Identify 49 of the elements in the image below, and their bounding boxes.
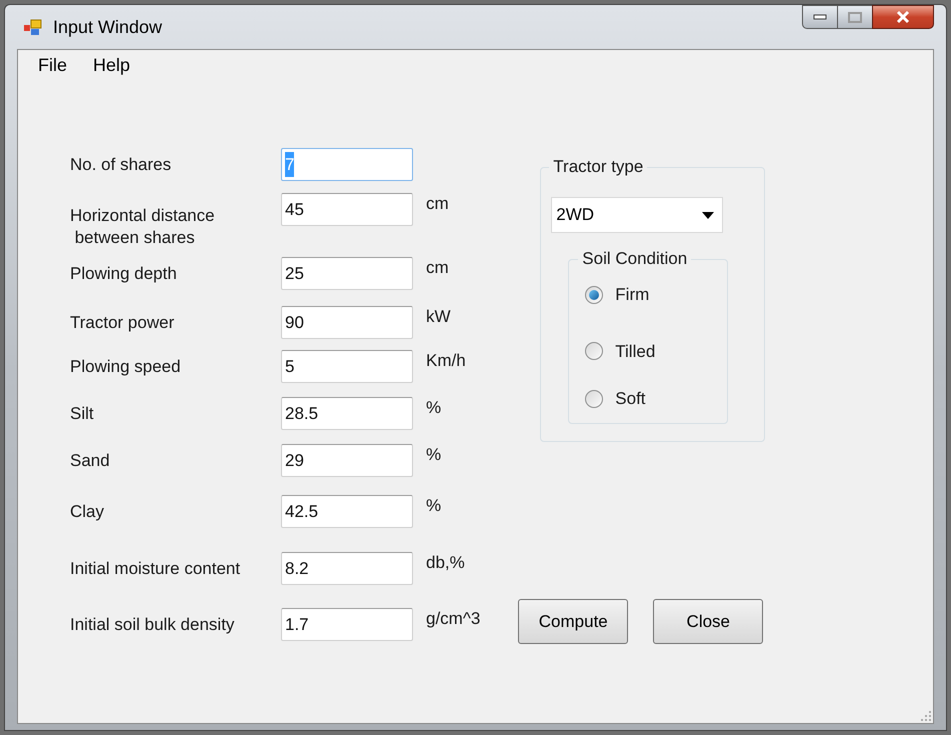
field-label: Initial soil bulk density [70,614,236,636]
text-field[interactable]: 28.5 [281,397,413,430]
unit-label: % [426,444,442,466]
field-label: Silt [70,403,95,425]
maximize-icon [848,12,862,22]
unit-label: g/cm^3 [426,608,480,630]
radio-button[interactable] [585,342,604,360]
field-label: Sand [70,450,111,472]
menu-item[interactable]: Help [93,52,130,78]
text-field[interactable]: 1.7 [281,608,413,641]
text-field[interactable]: 45 [281,193,413,226]
dropdown-arrow-icon [702,212,714,218]
field-label: Clay [70,501,106,523]
radio-button[interactable] [585,390,604,408]
field-label: No. of shares [70,154,172,176]
field-label: Plowing depth [70,263,178,285]
maximize-button[interactable] [838,5,872,29]
text-field[interactable]: 8.2 [281,552,413,585]
radio-button[interactable] [585,286,604,304]
radio-option[interactable]: Tilled [585,338,728,364]
resize-grip-icon [921,711,931,721]
field-label: Tractor power [70,312,176,334]
close-icon [895,10,911,24]
field-label: Initial moisture content [70,558,242,580]
field-label: Horizontal distance between shares [70,205,216,249]
push-button[interactable]: Close [653,599,764,644]
window-title: Input Window [53,16,162,39]
text-field[interactable]: 5 [281,350,413,383]
radio-option[interactable]: Soft [585,386,728,412]
close-button[interactable] [872,5,934,29]
field-label: Plowing speed [70,356,182,378]
unit-label: % [426,397,442,419]
text-field[interactable]: 90 [281,306,413,339]
menu-item[interactable]: File [38,52,68,78]
unit-label: kW [426,306,451,328]
dropdown[interactable]: 2WD [551,197,724,233]
unit-label: % [426,495,442,517]
unit-label: Km/h [426,350,466,372]
app-icon [23,17,43,37]
minimize-button[interactable] [802,5,838,29]
unit-label: cm [426,193,449,215]
text-field[interactable]: 25 [281,257,413,290]
radio-option[interactable]: Firm [585,282,728,308]
minimize-icon [813,14,827,20]
text-field[interactable]: 29 [281,444,413,477]
unit-label: cm [426,257,449,279]
unit-label: db,% [426,552,465,574]
text-field[interactable]: 42.5 [281,495,413,528]
push-button[interactable]: Compute [518,599,628,644]
